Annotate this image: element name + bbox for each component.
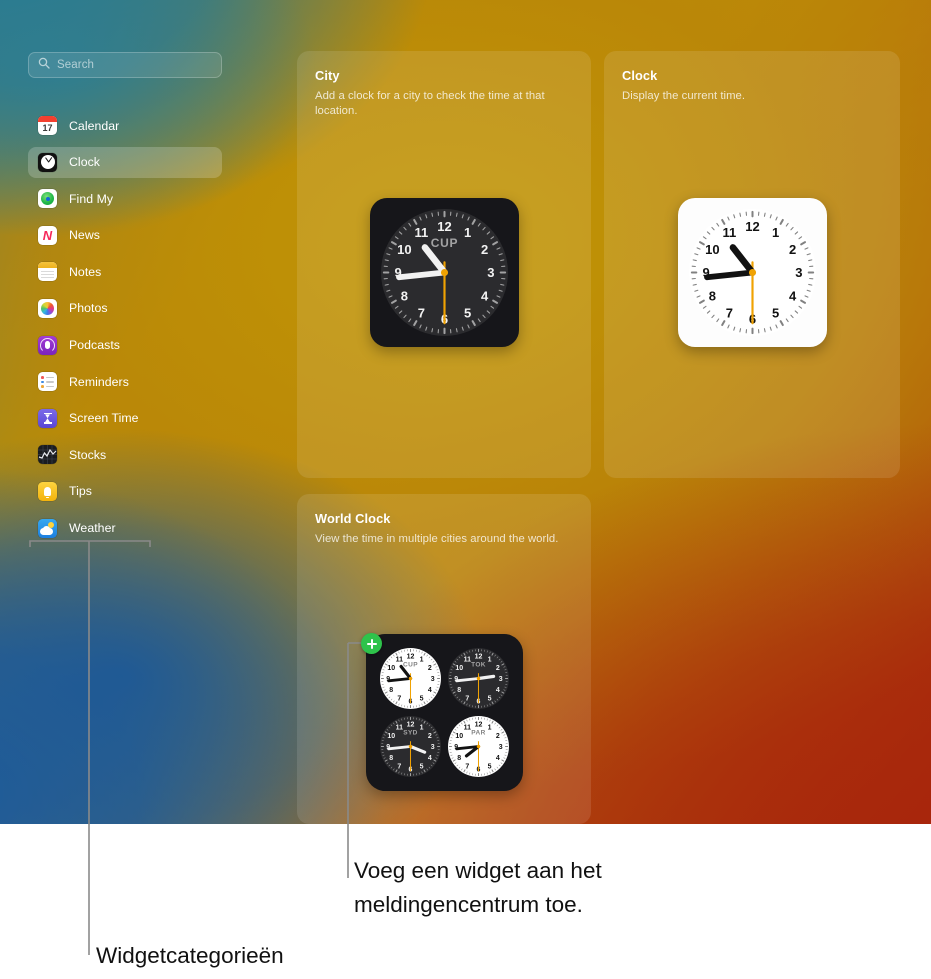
callout-categories-text: Widgetcategorieën [96,943,284,968]
callout-add-widget-text: Voeg een widget aan het meldingencentrum… [354,858,602,917]
add-widget-plus-badge[interactable] [361,633,382,654]
callout-leader-lines [29,540,365,955]
